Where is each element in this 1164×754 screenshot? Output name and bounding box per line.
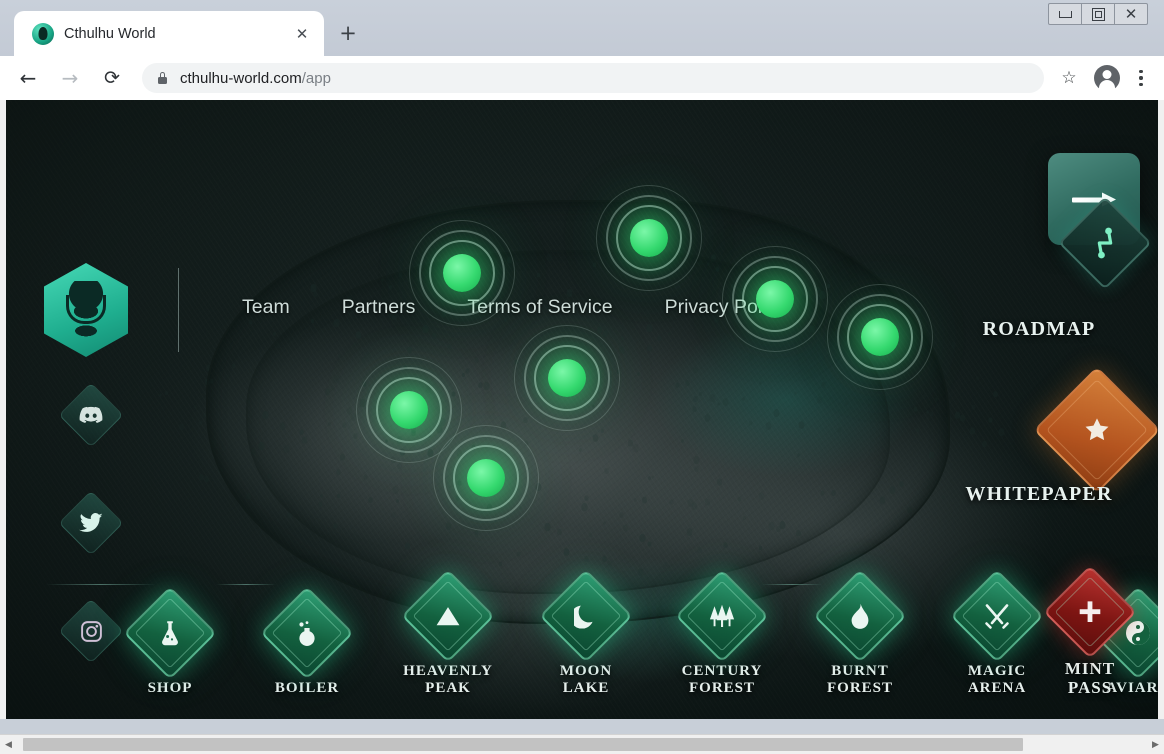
profile-avatar[interactable]	[1094, 65, 1120, 91]
bottom-nav-moon-lake[interactable]: MOON LAKE	[539, 569, 633, 697]
crescent-moon-icon	[574, 606, 593, 629]
close-window-icon[interactable]: ✕	[1115, 4, 1147, 24]
minimize-icon[interactable]	[1049, 4, 1082, 24]
horizontal-scrollbar[interactable]: ◀ ▶	[0, 734, 1164, 754]
route-path-icon	[1097, 227, 1113, 259]
nav-divider	[178, 268, 179, 352]
tab-strip: Cthulhu World ✕ +	[0, 10, 362, 56]
bottom-nav-boiler[interactable]: BOILER	[260, 586, 354, 697]
lock-icon	[156, 71, 169, 86]
cthulhu-logo[interactable]	[44, 263, 128, 357]
whitepaper-label: WHITEPAPER	[965, 483, 1113, 505]
map-marker[interactable]	[512, 323, 622, 433]
heavenly-peak-diamond	[401, 569, 495, 664]
reload-icon[interactable]: ⟳	[94, 60, 130, 96]
back-icon[interactable]: ←	[10, 60, 46, 96]
map-marker[interactable]	[407, 218, 517, 328]
burnt-forest-diamond	[813, 569, 907, 664]
forward-icon[interactable]: →	[52, 60, 88, 96]
map-marker[interactable]	[720, 244, 830, 354]
flask-icon	[162, 621, 178, 646]
mint-pass-label: MINT PASS	[1064, 658, 1116, 697]
roadmap-label: ROADMAP	[982, 318, 1096, 340]
boiler-diamond	[260, 586, 354, 680]
maximize-icon[interactable]	[1082, 4, 1115, 24]
kebab-menu-icon[interactable]	[1126, 61, 1156, 95]
scroll-left-arrow-icon[interactable]: ◀	[0, 736, 17, 753]
bottom-nav-magic-arena[interactable]: MAGIC ARENA	[950, 569, 1044, 697]
shop-diamond	[123, 586, 217, 680]
browser-tab[interactable]: Cthulhu World ✕	[14, 11, 324, 56]
title-bar: Cthulhu World ✕ + ✕	[0, 0, 1164, 56]
potion-icon	[299, 621, 315, 647]
crossed-swords-icon	[985, 604, 1009, 630]
bottom-nav-mint-pass[interactable]: MINT PASS	[1043, 565, 1137, 697]
burnt-forest-label: BURNT FOREST	[826, 663, 893, 697]
logo-hexagon	[44, 263, 128, 357]
browser-window: Cthulhu World ✕ + ✕ ← → ⟳ cthulhu-world.…	[0, 0, 1164, 754]
url-text: cthulhu-world.com/app	[180, 70, 331, 87]
whitepaper-button[interactable]	[1033, 366, 1158, 494]
shop-label: SHOP	[147, 680, 193, 697]
magic-arena-diamond	[950, 569, 1044, 664]
moon-lake-label: MOON LAKE	[559, 663, 613, 697]
map-marker[interactable]	[825, 282, 935, 392]
century-forest-label: CENTURY FOREST	[681, 663, 763, 697]
nav-connector	[216, 584, 276, 585]
roadmap-button[interactable]	[1042, 153, 1152, 293]
bottom-navigation: SHOP BOILER HEAVENLY PEAK MOON LAKE CENT…	[6, 547, 1158, 697]
scrollbar-thumb[interactable]	[23, 738, 1023, 751]
nav-item-team[interactable]: Team	[216, 296, 316, 319]
window-controls: ✕	[1048, 3, 1148, 25]
close-icon[interactable]: ✕	[290, 22, 314, 46]
url-path: /app	[301, 69, 331, 87]
url-host: cthulhu-world.com	[180, 69, 302, 87]
twitter-icon	[79, 513, 103, 532]
bookmark-star-icon[interactable]: ☆	[1052, 61, 1086, 95]
nav-connector	[762, 584, 822, 585]
scrollbar-track[interactable]	[17, 736, 1147, 753]
browser-toolbar: ← → ⟳ cthulhu-world.com/app ☆	[0, 56, 1164, 100]
map-marker[interactable]	[431, 423, 541, 533]
map-marker[interactable]	[594, 183, 704, 293]
boiler-label: BOILER	[274, 680, 340, 697]
star-icon	[1085, 418, 1109, 441]
century-forest-diamond	[675, 569, 769, 664]
new-tab-button[interactable]: +	[334, 19, 362, 47]
bottom-nav-century-forest[interactable]: CENTURY FOREST	[675, 569, 769, 697]
mountain-icon	[436, 607, 460, 626]
flame-icon	[851, 604, 869, 630]
scroll-right-arrow-icon[interactable]: ▶	[1147, 736, 1164, 753]
plus-icon	[1079, 601, 1101, 622]
magic-arena-label: MAGIC ARENA	[967, 663, 1027, 697]
page-viewport: Team Partners Terms of Service Privacy P…	[6, 100, 1158, 719]
bottom-nav-heavenly-peak[interactable]: HEAVENLY PEAK	[401, 569, 495, 697]
cthulhu-octopus-favicon	[32, 22, 54, 45]
bottom-nav-burnt-forest[interactable]: BURNT FOREST	[813, 569, 907, 697]
discord-icon	[79, 406, 103, 423]
bottom-nav-shop[interactable]: SHOP	[123, 586, 217, 697]
site-header: Team Partners Terms of Service Privacy P…	[6, 100, 1158, 357]
trees-icon	[709, 605, 735, 628]
mint-pass-diamond	[1043, 565, 1137, 659]
heavenly-peak-label: HEAVENLY PEAK	[403, 663, 493, 697]
social-discord[interactable]	[58, 382, 124, 448]
moon-lake-diamond	[539, 569, 633, 664]
address-bar[interactable]: cthulhu-world.com/app	[142, 63, 1044, 93]
viewport-right-edge	[1158, 100, 1164, 719]
instagram-icon	[80, 620, 102, 642]
social-twitter[interactable]	[58, 490, 124, 556]
tab-title: Cthulhu World	[64, 25, 156, 42]
nav-connector	[46, 584, 156, 585]
